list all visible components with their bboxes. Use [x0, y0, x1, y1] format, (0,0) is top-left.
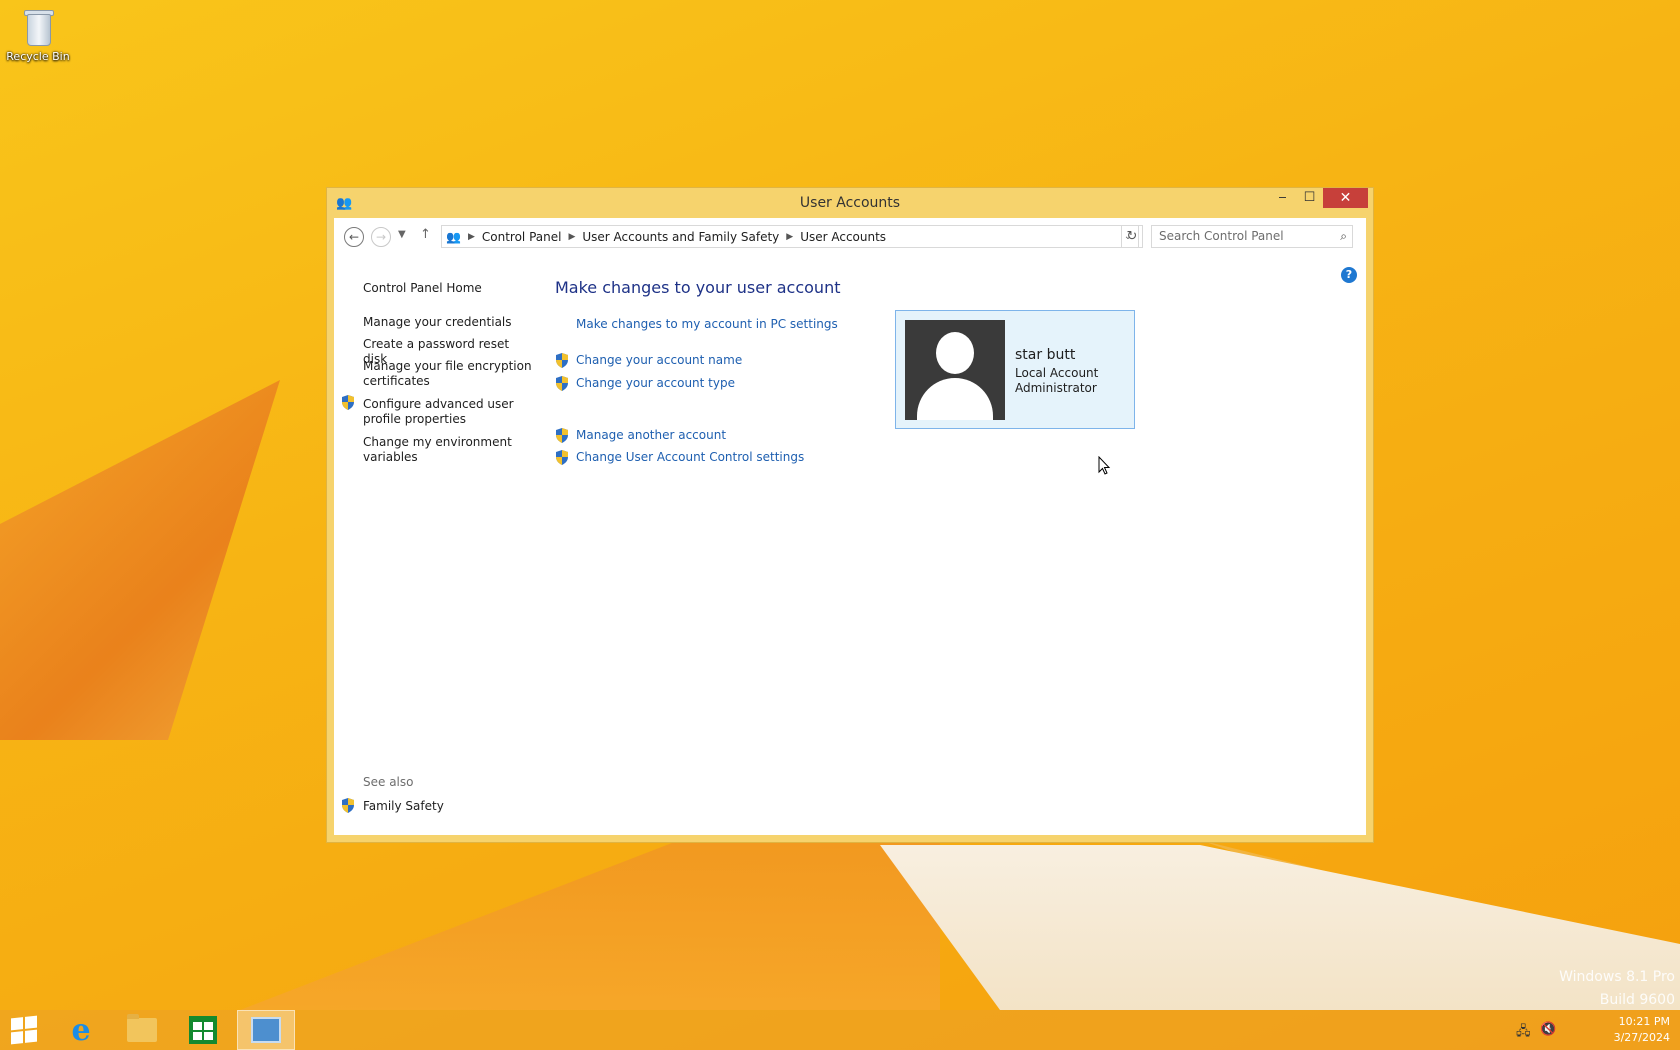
taskbar-control-panel[interactable]	[237, 1010, 295, 1050]
recycle-bin-shortcut[interactable]: Recycle Bin	[4, 6, 72, 63]
recycle-bin-icon	[21, 6, 55, 48]
control-panel-icon: 👥	[446, 229, 461, 244]
breadcrumb-user-accounts-family-safety[interactable]: User Accounts and Family Safety	[582, 230, 779, 244]
account-kind: Local Account	[1015, 366, 1099, 380]
uac-shield-icon	[555, 428, 569, 443]
breadcrumb-user-accounts[interactable]: User Accounts	[800, 230, 886, 244]
clock-date: 3/27/2024	[1613, 1031, 1670, 1044]
up-arrow-icon[interactable]: ↑	[420, 227, 431, 242]
file-encryption-certificates-link[interactable]: Manage your file encryption certificates	[363, 359, 533, 389]
see-also-heading: See also	[363, 775, 414, 789]
recycle-bin-label: Recycle Bin	[6, 50, 70, 63]
search-input[interactable]: Search Control Panel ⌕	[1151, 225, 1353, 248]
address-bar[interactable]: 👥 ▶ Control Panel ▶ User Accounts and Fa…	[441, 225, 1139, 248]
control-panel-home-link[interactable]: Control Panel Home	[363, 281, 533, 296]
windows-logo-icon	[11, 1015, 37, 1045]
avatar	[905, 320, 1005, 420]
uac-shield-icon	[555, 376, 569, 391]
back-button[interactable]: ←	[344, 227, 364, 247]
taskbar-file-explorer[interactable]	[113, 1010, 171, 1050]
user-accounts-window: 👥 User Accounts ‒ ☐ ✕ ← → ▼ ↑ 👥 ▶ Contro…	[326, 187, 1374, 843]
volume-muted-icon[interactable]: 🔇	[1540, 1022, 1556, 1037]
watermark-build: Build 9600	[1599, 992, 1675, 1008]
forward-button[interactable]: →	[371, 227, 391, 247]
breadcrumb-control-panel[interactable]: Control Panel	[482, 230, 562, 244]
left-pane: Control Panel Home Manage your credentia…	[334, 256, 534, 835]
change-account-type-link[interactable]: Change your account type	[576, 376, 735, 390]
user-name: star butt	[1015, 347, 1076, 363]
windows-watermark: Windows 8.1 Pro Build 9600	[1559, 966, 1675, 1012]
folder-icon	[127, 1014, 157, 1042]
store-icon	[189, 1016, 217, 1044]
search-icon[interactable]: ⌕	[1340, 226, 1347, 247]
uac-shield-icon	[555, 450, 569, 465]
maximize-button[interactable]: ☐	[1296, 188, 1323, 208]
change-account-name-link[interactable]: Change your account name	[576, 353, 742, 367]
uac-shield-icon	[341, 798, 355, 813]
close-button[interactable]: ✕	[1323, 188, 1368, 208]
manage-another-account-link[interactable]: Manage another account	[576, 428, 726, 442]
account-role: Administrator	[1015, 381, 1097, 395]
taskbar-store[interactable]	[174, 1010, 232, 1050]
system-tray: 🖧 🔇 10:21 PM 3/27/2024	[1440, 1010, 1680, 1050]
breadcrumb-separator-icon[interactable]: ▶	[468, 232, 475, 242]
network-icon[interactable]: 🖧	[1516, 1022, 1531, 1044]
pc-settings-link[interactable]: Make changes to my account in PC setting…	[576, 317, 838, 331]
uac-shield-icon	[341, 395, 355, 410]
uac-shield-icon	[555, 353, 569, 368]
help-icon[interactable]: ?	[1341, 267, 1357, 283]
wallpaper-shape	[0, 380, 280, 740]
mouse-pointer-icon	[1098, 456, 1111, 475]
watermark-edition: Windows 8.1 Pro	[1559, 969, 1675, 985]
breadcrumb-separator-icon[interactable]: ▶	[568, 232, 575, 242]
advanced-profile-properties-link[interactable]: Configure advanced user profile properti…	[363, 397, 533, 427]
start-button[interactable]	[0, 1010, 48, 1050]
clock-time: 10:21 PM	[1618, 1015, 1670, 1028]
navigation-bar: ← → ▼ ↑ 👥 ▶ Control Panel ▶ User Account…	[334, 218, 1366, 256]
clock[interactable]: 10:21 PM 3/27/2024	[1600, 1014, 1670, 1046]
manage-credentials-link[interactable]: Manage your credentials	[363, 315, 533, 330]
page-title: Make changes to your user account	[555, 278, 841, 297]
breadcrumb-separator-icon[interactable]: ▶	[786, 232, 793, 242]
uac-settings-link[interactable]: Change User Account Control settings	[576, 450, 804, 464]
title-bar[interactable]: 👥 User Accounts ‒ ☐ ✕	[327, 188, 1373, 218]
search-placeholder: Search Control Panel	[1159, 229, 1284, 243]
internet-explorer-icon: e	[71, 1012, 91, 1048]
user-account-tile[interactable]: star butt Local Account Administrator	[895, 310, 1135, 429]
environment-variables-link[interactable]: Change my environment variables	[363, 435, 533, 465]
control-panel-icon	[251, 1017, 281, 1043]
taskbar-internet-explorer[interactable]: e	[52, 1010, 110, 1050]
window-client: ← → ▼ ↑ 👥 ▶ Control Panel ▶ User Account…	[334, 218, 1366, 835]
refresh-icon[interactable]: ↻	[1121, 225, 1143, 248]
family-safety-link[interactable]: Family Safety	[363, 799, 533, 814]
recent-pages-chevron-icon[interactable]: ▼	[398, 229, 406, 240]
window-title: User Accounts	[799, 195, 901, 211]
minimize-button[interactable]: ‒	[1269, 188, 1296, 208]
taskbar: e 🖧 🔇 10:21 PM 3/27/2024	[0, 1010, 1680, 1050]
